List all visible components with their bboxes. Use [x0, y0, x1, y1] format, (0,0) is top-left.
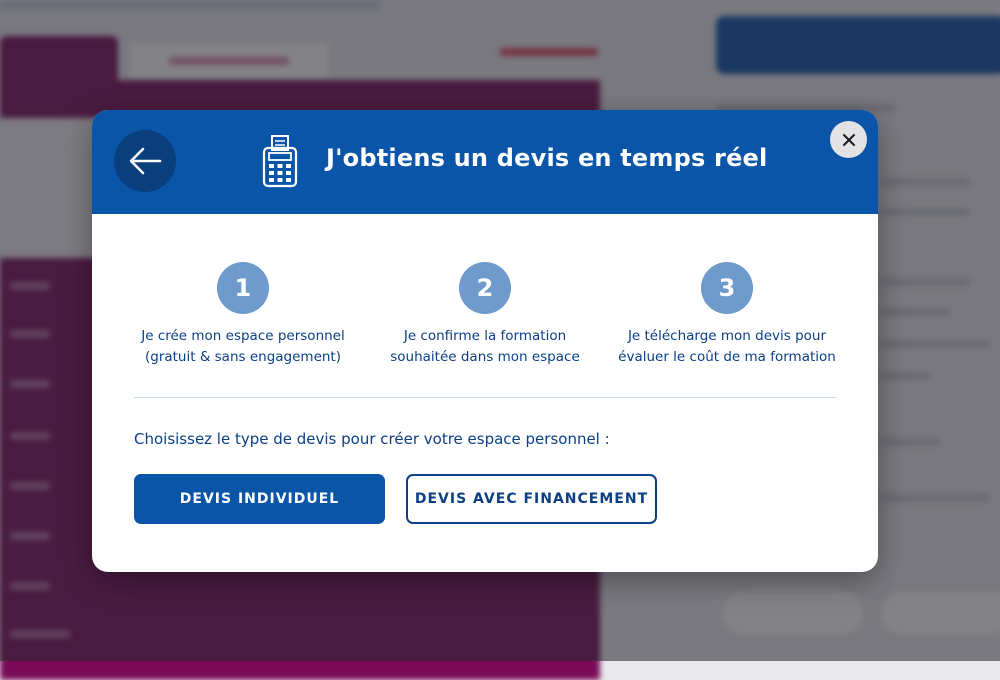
close-button[interactable]	[830, 121, 867, 158]
step-description: Je confirme la formation souhaitée dans …	[390, 328, 580, 365]
quote-modal: J'obtiens un devis en temps réel 1 Je cr…	[92, 110, 878, 572]
calculator-receipt-icon	[262, 135, 298, 188]
step-number: 3	[701, 262, 753, 314]
step-number: 2	[459, 262, 511, 314]
close-icon	[842, 133, 855, 146]
individual-quote-button[interactable]: DEVIS INDIVIDUEL	[134, 474, 385, 524]
step-description: Je crée mon espace personnel (gratuit & …	[141, 328, 345, 365]
modal-title: J'obtiens un devis en temps réel	[326, 144, 768, 172]
choose-quote-type-label: Choisissez le type de devis pour créer v…	[134, 430, 610, 448]
back-button[interactable]	[114, 130, 176, 192]
step-3: 3 Je télécharge mon devis pour évaluer l…	[606, 262, 848, 368]
step-2: 2 Je confirme la formation souhaitée dan…	[364, 262, 606, 368]
step-1: 1 Je crée mon espace personnel (gratuit …	[122, 262, 364, 368]
step-description: Je télécharge mon devis pour évaluer le …	[618, 328, 836, 365]
arrow-left-icon	[129, 147, 162, 175]
divider	[134, 397, 836, 398]
financing-quote-button[interactable]: DEVIS AVEC FINANCEMENT	[406, 474, 657, 524]
step-number: 1	[217, 262, 269, 314]
modal-header: J'obtiens un devis en temps réel	[92, 110, 878, 214]
